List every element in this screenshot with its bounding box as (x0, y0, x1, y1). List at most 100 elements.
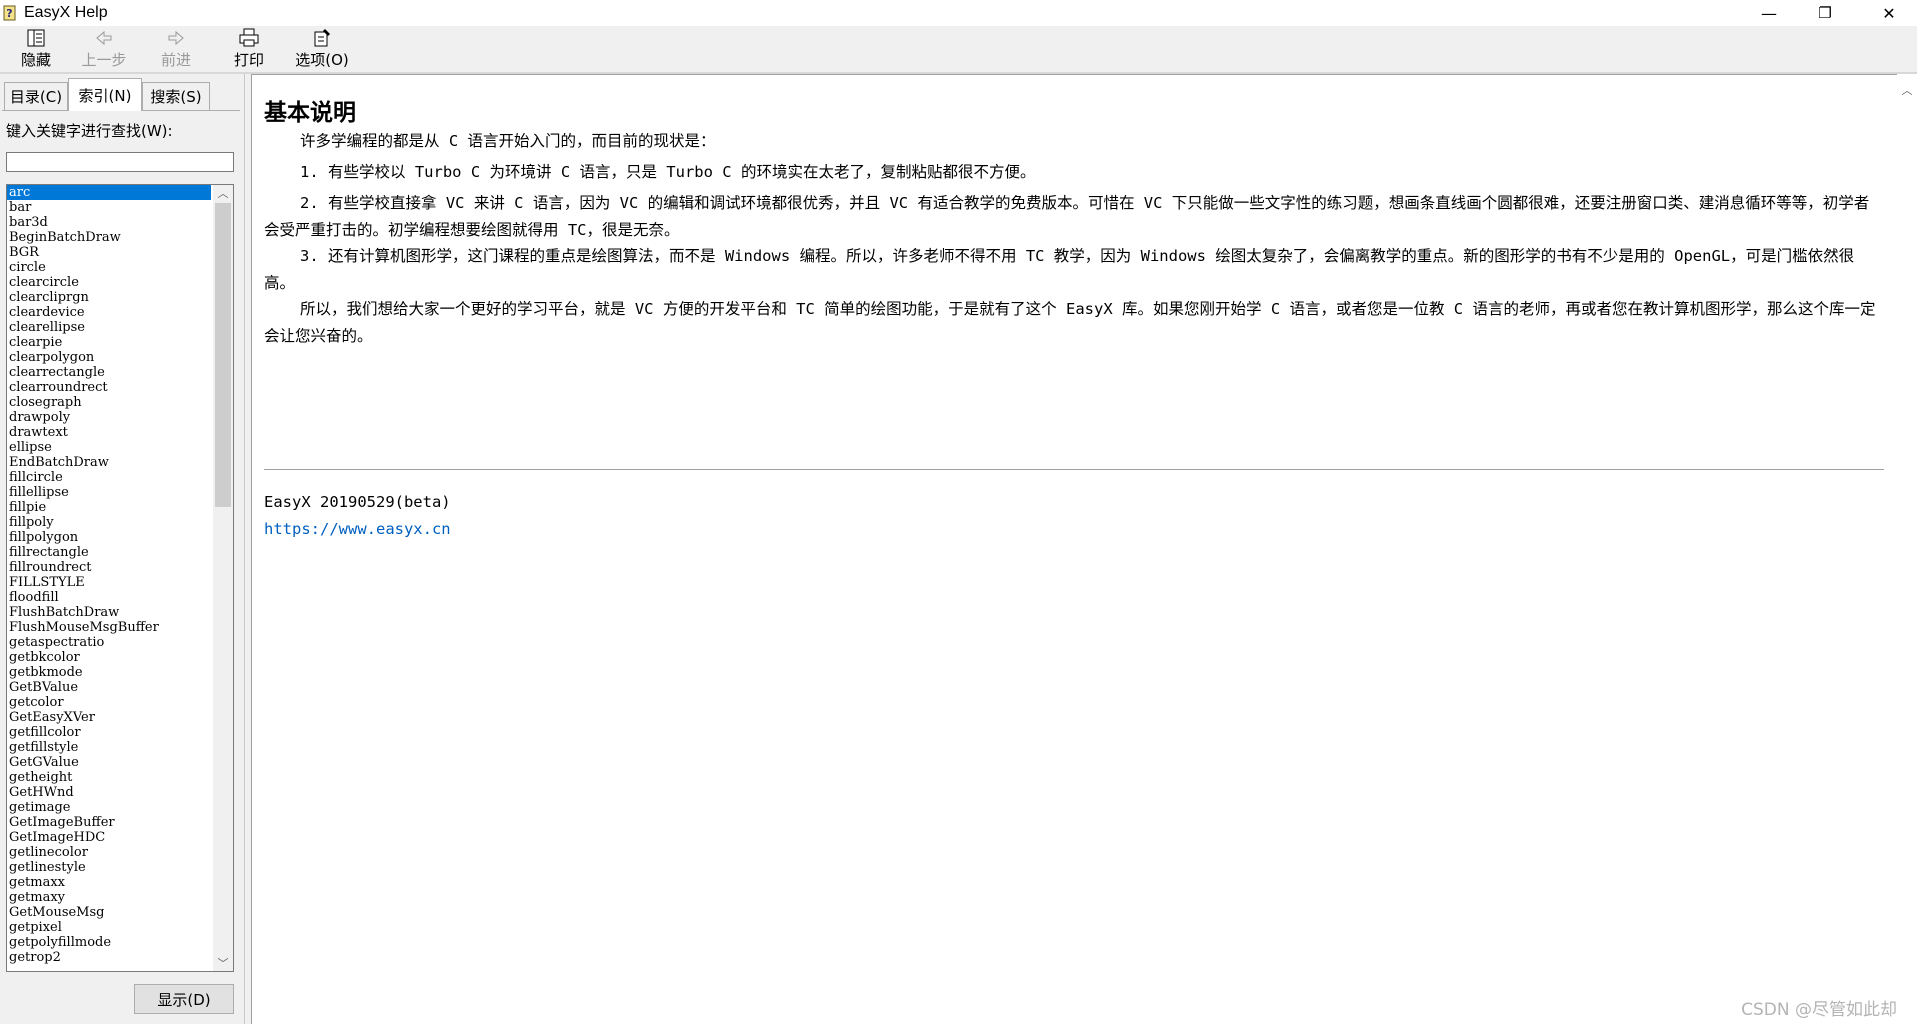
scroll-thumb[interactable] (215, 203, 231, 507)
index-list-item[interactable]: arc (7, 185, 211, 200)
index-list: arc bar bar3d BeginBatchDraw BGR circle clearc… (7, 185, 211, 965)
index-list-item[interactable]: getheight (7, 770, 211, 785)
index-list-item[interactable]: getbkcolor (7, 650, 211, 665)
index-list-item[interactable]: getfillstyle (7, 740, 211, 755)
arrow-right-icon (168, 30, 184, 46)
index-list-item[interactable]: clearroundrect (7, 380, 211, 395)
point-3-text: 3. 还有计算机图形学，这门课程的重点是绘图算法，而不是 Windows 编程。… (264, 247, 1855, 292)
scroll-up-icon[interactable]: ︿ (213, 185, 233, 201)
options-label: 选项(O) (295, 51, 349, 69)
index-list-item[interactable]: GetBValue (7, 680, 211, 695)
index-list-item[interactable]: GetMouseMsg (7, 905, 211, 920)
index-list-item[interactable]: GetImageBuffer (7, 815, 211, 830)
point-2-text: 2. 有些学校直接拿 VC 来讲 C 语言，因为 VC 的编辑和调试环境都很优秀… (264, 194, 1870, 239)
print-button[interactable]: 打印 (213, 28, 285, 70)
index-list-item[interactable]: getcolor (7, 695, 211, 710)
index-list-item[interactable]: FlushBatchDraw (7, 605, 211, 620)
index-list-item[interactable]: drawpoly (7, 410, 211, 425)
window-title: EasyX Help (24, 4, 108, 21)
index-list-item[interactable]: getfillcolor (7, 725, 211, 740)
options-icon (314, 29, 330, 47)
toolbar: 隐藏 上一步 前进 打印 选项(O) (0, 26, 1917, 72)
index-scrollbar[interactable]: ︿ ﹀ (213, 185, 233, 971)
index-list-item[interactable]: fillroundrect (7, 560, 211, 575)
forward-button[interactable]: 前进 (140, 28, 212, 70)
hide-label: 隐藏 (20, 51, 51, 69)
close-button[interactable]: ✕ (1861, 0, 1917, 26)
index-list-item[interactable]: clearellipse (7, 320, 211, 335)
index-list-item[interactable]: floodfill (7, 590, 211, 605)
index-list-item[interactable]: fillpie (7, 500, 211, 515)
keyword-input[interactable] (6, 152, 234, 172)
index-list-item[interactable]: EndBatchDraw (7, 455, 211, 470)
content-scroll-up-icon[interactable]: ︿ (1897, 82, 1917, 98)
keyword-label: 键入关键字进行查找(W): (6, 122, 173, 140)
index-list-item[interactable]: GetGValue (7, 755, 211, 770)
index-list-item[interactable]: clearcliprgn (7, 290, 211, 305)
index-list-item[interactable]: closegraph (7, 395, 211, 410)
index-list-item[interactable]: getmaxx (7, 875, 211, 890)
index-list-item[interactable]: drawtext (7, 425, 211, 440)
point-3-paragraph: 3. 还有计算机图形学，这门课程的重点是绘图算法，而不是 Windows 编程。… (264, 243, 1884, 297)
index-list-item[interactable]: cleardevice (7, 305, 211, 320)
index-list-item[interactable]: getbkmode (7, 665, 211, 680)
index-list-item[interactable]: fillrectangle (7, 545, 211, 560)
back-label: 上一步 (81, 51, 127, 69)
index-list-item[interactable]: getrop2 (7, 950, 211, 965)
content-scrollbar[interactable]: ︿ (1897, 74, 1917, 1024)
index-list-item[interactable]: BGR (7, 245, 211, 260)
point-1-text: 1. 有些学校以 Turbo C 为环境讲 C 语言，只是 Turbo C 的环… (300, 163, 1036, 181)
options-button[interactable]: 选项(O) (286, 28, 358, 70)
index-list-item[interactable]: bar3d (7, 215, 211, 230)
index-list-item[interactable]: fillpoly (7, 515, 211, 530)
index-list-item[interactable]: getpolyfillmode (7, 935, 211, 950)
display-button[interactable]: 显示(D) (134, 984, 234, 1014)
minimize-button[interactable]: — (1741, 0, 1797, 26)
title-bar: ? EasyX Help — ❐ ✕ (0, 0, 1917, 26)
tab-contents[interactable]: 目录(C) (4, 82, 68, 110)
index-listbox[interactable]: arc bar bar3d BeginBatchDraw BGR circle clearc… (6, 184, 234, 972)
index-list-item[interactable]: FlushMouseMsgBuffer (7, 620, 211, 635)
intro-text: 许多学编程的都是从 C 语言开始入门的，而目前的现状是： (300, 132, 716, 150)
index-list-item[interactable]: GetEasyXVer (7, 710, 211, 725)
index-list-item[interactable]: getlinestyle (7, 860, 211, 875)
index-list-item[interactable]: GetImageHDC (7, 830, 211, 845)
page-title: 基本说明 (264, 100, 356, 126)
index-list-item[interactable]: fillpolygon (7, 530, 211, 545)
index-list-item[interactable]: circle (7, 260, 211, 275)
index-list-item[interactable]: ellipse (7, 440, 211, 455)
restore-button[interactable]: ❐ (1797, 0, 1853, 26)
index-list-item[interactable]: clearpie (7, 335, 211, 350)
tab-search[interactable]: 搜索(S) (142, 82, 210, 110)
website-link[interactable]: https://www.easyx.cn (264, 520, 451, 538)
index-list-item[interactable]: getimage (7, 800, 211, 815)
hide-button[interactable]: 隐藏 (0, 28, 72, 70)
back-button[interactable]: 上一步 (68, 28, 140, 70)
index-list-item[interactable]: getaspectratio (7, 635, 211, 650)
watermark-text: CSDN @尽管如此却 (1741, 1000, 1897, 1020)
point-2-paragraph: 2. 有些学校直接拿 VC 来讲 C 语言，因为 VC 的编辑和调试环境都很优秀… (264, 190, 1884, 244)
footer-divider (264, 469, 1884, 470)
index-list-item[interactable]: getlinecolor (7, 845, 211, 860)
index-list-item[interactable]: FILLSTYLE (7, 575, 211, 590)
navigation-pane: 目录(C) 索引(N) 搜索(S) 键入关键字进行查找(W): arc bar ba… (0, 74, 244, 1024)
pane-splitter[interactable] (244, 74, 252, 1024)
tab-index[interactable]: 索引(N) (68, 78, 142, 111)
index-list-item[interactable]: bar (7, 200, 211, 215)
index-list-item[interactable]: clearcircle (7, 275, 211, 290)
scroll-down-icon[interactable]: ﹀ (213, 955, 233, 971)
printer-icon (239, 28, 259, 47)
index-list-item[interactable]: fillellipse (7, 485, 211, 500)
index-list-item[interactable]: getmaxy (7, 890, 211, 905)
content-pane: 基本说明 许多学编程的都是从 C 语言开始入门的，而目前的现状是： 1. 有些学… (252, 74, 1897, 1024)
index-list-item[interactable]: GetHWnd (7, 785, 211, 800)
print-label: 打印 (233, 51, 264, 69)
point-1-paragraph: 1. 有些学校以 Turbo C 为环境讲 C 语言，只是 Turbo C 的环… (264, 159, 1884, 186)
index-list-item[interactable]: fillcircle (7, 470, 211, 485)
index-list-item[interactable]: clearpolygon (7, 350, 211, 365)
index-list-item[interactable]: BeginBatchDraw (7, 230, 211, 245)
index-list-item[interactable]: getpixel (7, 920, 211, 935)
index-list-item[interactable]: clearrectangle (7, 365, 211, 380)
arrow-left-icon (96, 30, 112, 46)
help-book-icon: ? (3, 5, 16, 21)
